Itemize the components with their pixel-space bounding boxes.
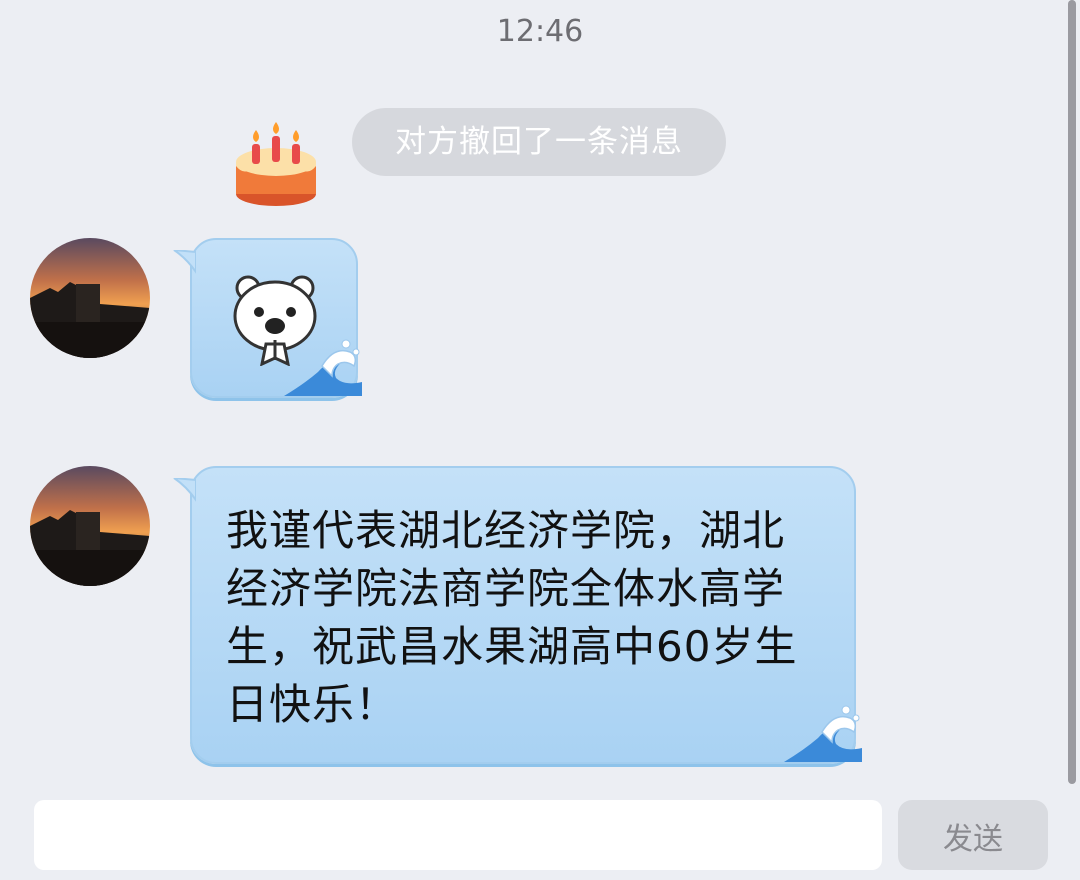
scrollbar[interactable] bbox=[1068, 0, 1076, 784]
message-composer: 发送 bbox=[0, 790, 1080, 870]
sunset-photo-avatar bbox=[30, 238, 150, 358]
message-input[interactable] bbox=[34, 800, 882, 870]
bubble-tail bbox=[173, 478, 196, 502]
send-button[interactable]: 发送 bbox=[898, 800, 1048, 870]
recall-notice: 对方撤回了一条消息 bbox=[352, 108, 726, 176]
sticker-message-bubble[interactable] bbox=[173, 238, 362, 398]
bubble-tail bbox=[173, 250, 196, 274]
wave-decoration bbox=[784, 705, 862, 762]
avatar[interactable] bbox=[30, 238, 150, 358]
recall-notice-row: 对方撤回了一条消息 bbox=[226, 102, 746, 206]
wave-decoration bbox=[284, 339, 362, 396]
avatar[interactable] bbox=[30, 466, 150, 586]
birthday-cake-icon bbox=[236, 122, 316, 206]
text-message-bubble[interactable]: 我谨代表湖北经济学院，湖北经济学院法商学院全体水高学生，祝武昌水果湖高中60岁生… bbox=[173, 466, 862, 764]
message-text: 我谨代表湖北经济学院，湖北经济学院法商学院全体水高学生，祝武昌水果湖高中60岁生… bbox=[226, 506, 798, 729]
message-timestamp: 12:46 bbox=[496, 14, 584, 49]
sunset-photo-avatar bbox=[30, 466, 150, 586]
